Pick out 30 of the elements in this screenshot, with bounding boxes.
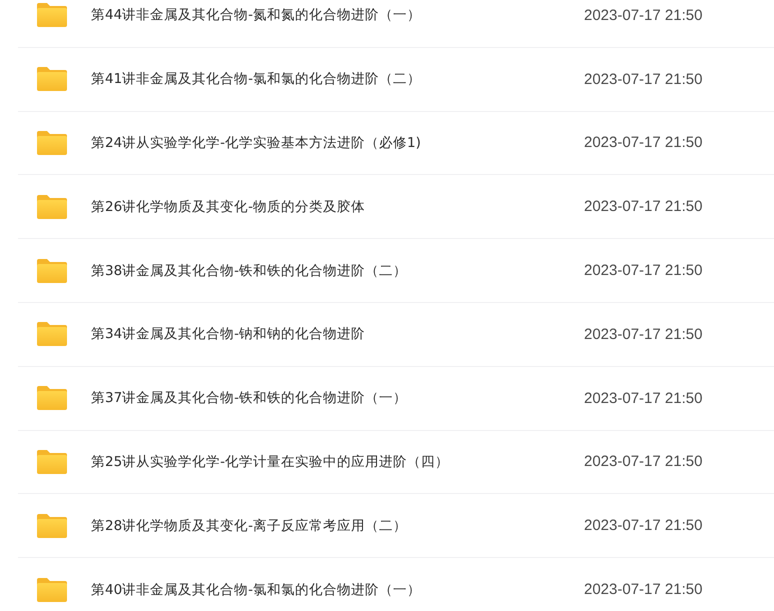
modified-date: 2023-07-17 21:50 [584,6,704,24]
modified-date: 2023-07-17 21:50 [584,70,704,88]
file-name[interactable]: 第24讲从实验学化学-化学实验基本方法进阶（必修1) [91,134,584,152]
folder-icon [36,512,68,539]
folder-icon [36,321,68,348]
modified-date: 2023-07-17 21:50 [584,198,704,216]
file-name[interactable]: 第44讲非金属及其化合物-氮和氮的化合物进阶（一） [91,6,584,24]
modified-date: 2023-07-17 21:50 [584,581,704,598]
modified-date: 2023-07-17 21:50 [584,134,704,152]
file-name[interactable]: 第28讲化学物质及其变化-离子反应常考应用（二） [91,516,584,535]
folder-icon [36,194,68,220]
file-name[interactable]: 第26讲化学物质及其变化-物质的分类及胶体 [91,198,584,216]
file-name[interactable]: 第37讲金属及其化合物-铁和铁的化合物进阶（一） [91,389,584,408]
folder-icon [36,448,68,475]
folder-icon [36,130,68,156]
modified-date: 2023-07-17 21:50 [584,262,704,280]
modified-date: 2023-07-17 21:50 [584,517,704,534]
folder-icon [36,258,68,284]
folder-icon [36,385,68,412]
folder-icon [36,2,68,28]
modified-date: 2023-07-17 21:50 [584,453,704,470]
file-name[interactable]: 第38讲金属及其化合物-铁和铁的化合物进阶（二） [91,262,584,280]
folder-icon [36,66,68,92]
file-name[interactable]: 第40讲非金属及其化合物-氯和氯的化合物进阶（一） [91,580,584,599]
modified-date: 2023-07-17 21:50 [584,390,704,407]
file-name[interactable]: 第25讲从实验学化学-化学计量在实验中的应用进阶（四） [91,452,584,471]
modified-date: 2023-07-17 21:50 [584,326,704,343]
file-name[interactable]: 第34讲金属及其化合物-钠和钠的化合物进阶 [91,325,584,344]
file-name[interactable]: 第41讲非金属及其化合物-氯和氯的化合物进阶（二） [91,70,584,88]
folder-icon [36,576,68,603]
